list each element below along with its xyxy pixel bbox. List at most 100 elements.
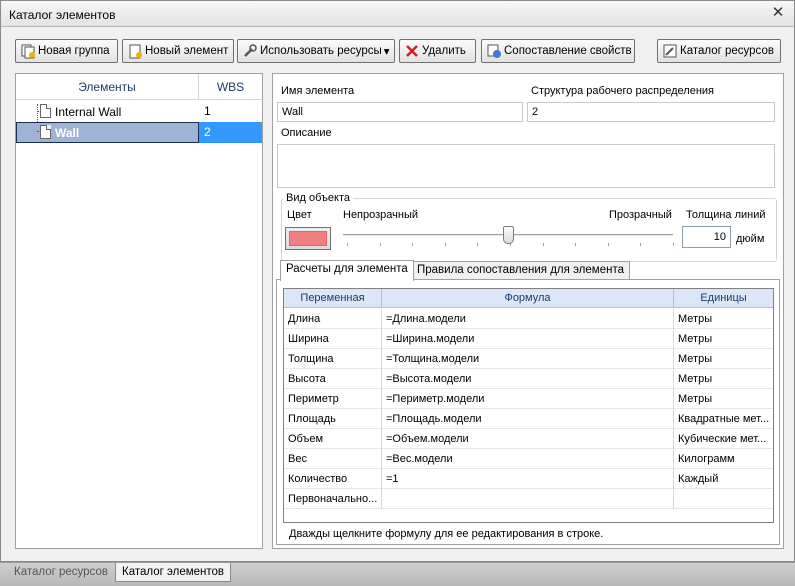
grid-cell-variable[interactable]: Вес — [284, 449, 382, 469]
new-group-button[interactable]: Новая группа — [15, 39, 118, 63]
grid-cell-variable[interactable]: Первоначально... — [284, 489, 382, 509]
tree-col-elements[interactable]: Элементы — [16, 74, 199, 100]
delete-button[interactable]: Удалить — [399, 39, 476, 63]
grid-header: Переменная Формула Единицы — [284, 289, 773, 308]
grid-row[interactable]: Первоначально... — [284, 489, 773, 509]
grid-cell-formula[interactable]: =Толщина.модели — [382, 349, 674, 369]
delete-x-icon — [404, 43, 420, 59]
tree-item-wbs: 2 — [199, 122, 262, 143]
tree-cell-name: Internal Wall — [16, 101, 199, 122]
new-element-button[interactable]: Новый элемент — [122, 39, 234, 63]
transparency-slider-thumb[interactable] — [503, 226, 514, 244]
bottom-tab-resource-catalog[interactable]: Каталог ресурсов — [8, 563, 114, 582]
element-details-panel: Имя элемента Wall Структура рабочего рас… — [272, 73, 784, 549]
grid-cell-formula[interactable]: =Периметр.модели — [382, 389, 674, 409]
grid-cell-variable[interactable]: Периметр — [284, 389, 382, 409]
use-resources-label: Использовать ресурсы — [260, 45, 382, 57]
tree-item-label: Wall — [55, 126, 80, 140]
grid-cell-formula[interactable]: =Вес.модели — [382, 449, 674, 469]
element-name-input[interactable]: Wall — [277, 102, 523, 122]
wbs-label: Структура рабочего распределения — [531, 85, 715, 97]
grid-cell-variable[interactable]: Ширина — [284, 329, 382, 349]
line-thickness-input[interactable]: 10 — [682, 226, 731, 248]
close-icon[interactable]: ✕ — [770, 5, 786, 21]
appearance-group-title: Вид объекта — [283, 192, 353, 204]
slider-tick — [575, 243, 577, 246]
slider-tick — [412, 243, 414, 246]
description-input[interactable] — [277, 144, 775, 188]
wbs-input[interactable]: 2 — [527, 102, 775, 122]
grid-cell-units[interactable]: Метры — [674, 309, 773, 329]
grid-row[interactable]: Высота =Высота.модели Метры — [284, 369, 773, 389]
delete-label: Удалить — [422, 45, 466, 57]
grid-row[interactable]: Периметр =Периметр.модели Метры — [284, 389, 773, 409]
grid-col-variable[interactable]: Переменная — [284, 289, 382, 308]
new-element-icon — [127, 43, 143, 59]
grid-cell-units[interactable]: Метры — [674, 369, 773, 389]
grid-cell-units[interactable]: Метры — [674, 349, 773, 369]
grid-cell-formula[interactable]: =Длина.модели — [382, 309, 674, 329]
color-label: Цвет — [287, 209, 312, 221]
calculations-tab-body: Переменная Формула Единицы Длина =Длина.м… — [276, 279, 780, 545]
grid-cell-formula[interactable]: =Ширина.модели — [382, 329, 674, 349]
bottom-tab-element-catalog[interactable]: Каталог элементов — [115, 563, 232, 582]
line-thickness-unit: дюйм — [736, 233, 765, 245]
slider-tick — [542, 243, 544, 246]
grid-row[interactable]: Количество =1 Каждый — [284, 469, 773, 489]
grid-row[interactable]: Длина =Длина.модели Метры — [284, 309, 773, 329]
grid-cell-units[interactable]: Каждый — [674, 469, 773, 489]
grid-cell-variable[interactable]: Количество — [284, 469, 382, 489]
tree-item-wbs: 1 — [204, 104, 211, 118]
slider-tick — [347, 243, 348, 246]
resource-catalog-button[interactable]: Каталог ресурсов — [657, 39, 781, 63]
grid-cell-formula[interactable] — [382, 489, 674, 509]
slider-tick — [379, 243, 381, 246]
grid-cell-units[interactable]: Килограмм — [674, 449, 773, 469]
slider-tick — [607, 243, 609, 246]
opaque-label: Непрозрачный — [343, 209, 419, 221]
resource-catalog-icon — [662, 43, 678, 59]
color-swatch-fill — [289, 231, 327, 246]
tree-col-wbs[interactable]: WBS — [199, 74, 262, 100]
property-mapping-button[interactable]: Сопоставление свойств — [481, 39, 635, 63]
grid-cell-formula[interactable]: =1 — [382, 469, 674, 489]
grid-row[interactable]: Толщина =Толщина.модели Метры — [284, 349, 773, 369]
grid-row[interactable]: Вес =Вес.модели Килограмм — [284, 449, 773, 469]
new-element-label: Новый элемент — [145, 45, 229, 57]
grid-cell-units[interactable]: Метры — [674, 329, 773, 349]
color-picker-button[interactable] — [285, 227, 331, 250]
slider-tick — [673, 243, 674, 246]
grid-cell-units[interactable] — [674, 489, 773, 509]
description-label: Описание — [281, 127, 332, 139]
grid-cell-units[interactable]: Кубические мет... — [674, 429, 773, 449]
grid-cell-formula[interactable]: =Площадь.модели — [382, 409, 674, 429]
edit-hint: Дважды щелкните формулу для ее редактиро… — [289, 528, 604, 540]
grid-cell-variable[interactable]: Высота — [284, 369, 382, 389]
tab-mapping-rules[interactable]: Правила сопоставления для элемента — [411, 261, 630, 280]
grid-row[interactable]: Ширина =Ширина.модели Метры — [284, 329, 773, 349]
document-icon — [40, 125, 51, 139]
grid-cell-formula[interactable]: =Объем.модели — [382, 429, 674, 449]
grid-cell-units[interactable]: Квадратные мет... — [674, 409, 773, 429]
grid-col-formula[interactable]: Формула — [382, 289, 674, 308]
grid-cell-formula[interactable]: =Высота.модели — [382, 369, 674, 389]
grid-cell-variable[interactable]: Площадь — [284, 409, 382, 429]
grid-cell-variable[interactable]: Толщина — [284, 349, 382, 369]
grid-col-units[interactable]: Единицы — [674, 289, 773, 308]
element-catalog-window: Каталог элементов ✕ Новая группа Новый э… — [0, 0, 795, 562]
tree-row-selected[interactable]: Wall 2 — [16, 122, 262, 143]
grid-cell-variable[interactable]: Длина — [284, 309, 382, 329]
tree-cell-name: Wall — [16, 122, 199, 143]
elements-tree: Элементы WBS Internal Wall 1 Wall 2 — [15, 73, 263, 549]
use-resources-button[interactable]: Использовать ресурсы ▾ — [237, 39, 395, 63]
slider-tick — [477, 243, 479, 246]
grid-cell-units[interactable]: Метры — [674, 389, 773, 409]
grid-row[interactable]: Объем =Объем.модели Кубические мет... — [284, 429, 773, 449]
property-mapping-label: Сопоставление свойств — [504, 45, 632, 57]
grid-cell-variable[interactable]: Объем — [284, 429, 382, 449]
calculations-grid: Переменная Формула Единицы Длина =Длина.м… — [283, 288, 774, 523]
tree-row[interactable]: Internal Wall 1 — [16, 101, 262, 122]
document-icon — [40, 104, 51, 118]
tab-element-calculations[interactable]: Расчеты для элемента — [280, 260, 414, 281]
grid-row[interactable]: Площадь =Площадь.модели Квадратные мет... — [284, 409, 773, 429]
